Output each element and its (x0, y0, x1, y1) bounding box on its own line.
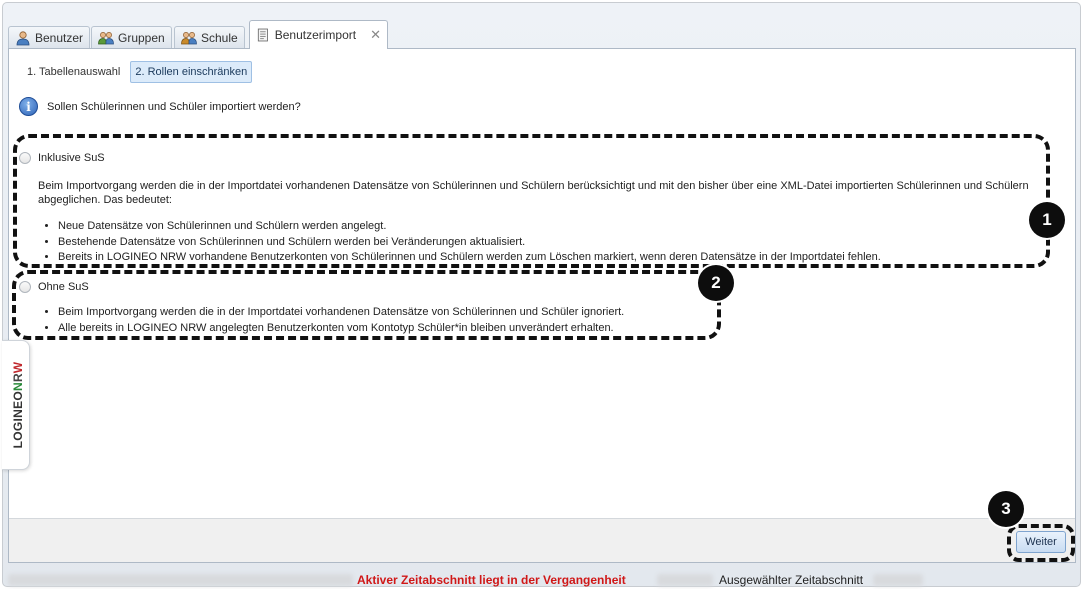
group-icon (98, 31, 114, 44)
redacted-text (8, 574, 353, 586)
tab-gruppen[interactable]: Gruppen (91, 26, 172, 48)
button-bar (9, 518, 1075, 562)
question-text: Sollen Schülerinnen und Schüler importie… (47, 100, 301, 113)
tab-bar: Benutzer Gruppen Schule Benutzerimport ✕ (8, 18, 1076, 49)
import-icon (257, 28, 268, 42)
list-item: Neue Datensätze von Schülerinnen und Sch… (58, 219, 1040, 235)
list-item: Beim Importvorgang werden die in der Imp… (58, 305, 740, 321)
tab-label: Benutzerimport (274, 28, 357, 42)
annotation-marker-3: 3 (988, 491, 1024, 527)
redacted-text (657, 574, 713, 586)
list-item: Bestehende Datensätze von Schülerinnen u… (58, 235, 1040, 251)
list-item: Alle bereits in LOGINEO NRW angelegten B… (58, 321, 740, 337)
annotation-marker-2: 2 (698, 265, 734, 301)
inklusive-bullet-list: Neue Datensätze von Schülerinnen und Sch… (40, 219, 1040, 266)
step-rollen-einschraenken[interactable]: 2. Rollen einschränken (130, 61, 253, 83)
tab-label: Benutzer (35, 30, 84, 45)
user-icon (16, 30, 30, 45)
info-icon: i (19, 97, 38, 116)
status-warning: Aktiver Zeitabschnitt liegt in der Verga… (357, 573, 626, 587)
tab-label: Schule (201, 30, 238, 45)
ohne-bullet-list: Beim Importvorgang werden die in der Imp… (40, 305, 740, 336)
weiter-button[interactable]: Weiter (1016, 531, 1066, 553)
inklusive-description: Beim Importvorgang werden die in der Imp… (38, 180, 1029, 206)
tab-schule[interactable]: Schule (174, 26, 245, 48)
tab-benutzer[interactable]: Benutzer (8, 26, 91, 48)
close-icon[interactable]: ✕ (370, 27, 381, 43)
tab-benutzerimport[interactable]: Benutzerimport ✕ (249, 20, 388, 49)
label-ohne-sus[interactable]: Ohne SuS (38, 281, 89, 293)
logineo-nrw-logo: LOGINEONRW (2, 340, 30, 470)
school-icon (181, 31, 197, 44)
tab-label: Gruppen (118, 30, 165, 45)
step-tabellenauswahl[interactable]: 1. Tabellenauswahl (23, 61, 124, 83)
question-row: i Sollen Schülerinnen und Schüler import… (19, 97, 301, 116)
wizard-steps: 1. Tabellenauswahl 2. Rollen einschränke… (23, 61, 253, 83)
annotation-marker-1: 1 (1029, 202, 1065, 238)
redacted-text (873, 574, 923, 586)
radio-ohne-sus[interactable] (19, 281, 31, 293)
label-inklusive-sus[interactable]: Inklusive SuS (38, 152, 105, 164)
radio-inklusive-sus[interactable] (19, 152, 31, 164)
import-panel: 1. Tabellenauswahl 2. Rollen einschränke… (8, 48, 1076, 563)
status-bar: Aktiver Zeitabschnitt liegt in der Verga… (0, 571, 1083, 589)
status-selected-period: Ausgewählter Zeitabschnitt (719, 573, 864, 587)
list-item: Bereits in LOGINEO NRW vorhandene Benutz… (58, 250, 1040, 266)
